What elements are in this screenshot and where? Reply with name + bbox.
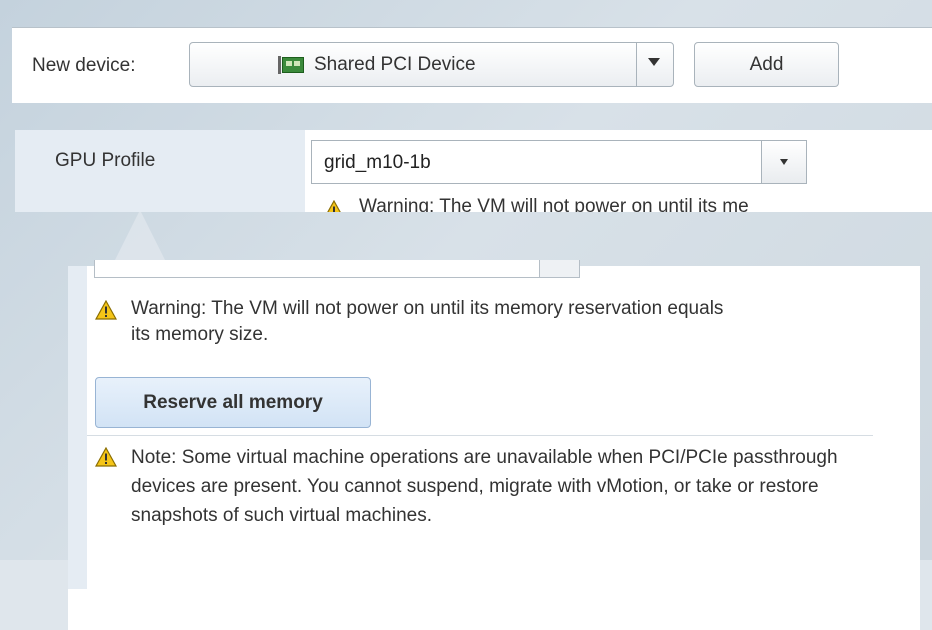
- gpu-label-column: GPU Profile: [15, 130, 305, 212]
- warnings-panel: Warning: The VM will not power on until …: [68, 260, 920, 630]
- warning-icon: [95, 300, 117, 320]
- panel-bottom-area: [68, 589, 920, 630]
- memory-warning-text: Warning: The VM will not power on until …: [131, 298, 724, 345]
- warning-icon: [95, 447, 117, 467]
- chevron-down-icon: [780, 159, 788, 165]
- new-device-label: New device:: [32, 55, 136, 76]
- passthrough-note: Note: Some virtual machine operations ar…: [95, 443, 875, 530]
- gpu-warning-peek: Warning: The VM will not power on until …: [323, 196, 749, 212]
- gpu-profile-panel: GPU Profile grid_m10-1b Warning: The VM …: [15, 130, 932, 212]
- section-divider: [87, 435, 873, 436]
- dropdown-divider: [636, 43, 637, 86]
- gpu-profile-dropdown-peek: [94, 260, 580, 278]
- dropdown-button-peek: [539, 260, 579, 277]
- warnings-label-column: [68, 266, 87, 589]
- panel-top-border: [12, 27, 932, 28]
- gpu-dropdown-button[interactable]: [761, 141, 806, 183]
- gpu-profile-label: GPU Profile: [55, 150, 156, 171]
- reserve-all-memory-button[interactable]: Reserve all memory: [95, 377, 371, 428]
- device-type-dropdown[interactable]: Shared PCI Device: [189, 42, 674, 87]
- pci-card-icon: [278, 56, 304, 74]
- gpu-profile-value: grid_m10-1b: [324, 152, 431, 173]
- chevron-down-icon[interactable]: [648, 58, 660, 66]
- device-type-selected: Shared PCI Device: [278, 54, 476, 76]
- gpu-profile-dropdown[interactable]: grid_m10-1b: [311, 140, 807, 184]
- new-device-panel: New device: Shared PCI Device Add: [12, 27, 932, 103]
- device-type-label: Shared PCI Device: [314, 54, 476, 75]
- warning-icon: [327, 200, 341, 212]
- add-device-button[interactable]: Add: [694, 42, 839, 87]
- memory-warning: Warning: The VM will not power on until …: [95, 296, 795, 348]
- passthrough-note-text: Note: Some virtual machine operations ar…: [131, 447, 838, 526]
- gpu-warning-peek-text: Warning: The VM will not power on until …: [359, 196, 749, 212]
